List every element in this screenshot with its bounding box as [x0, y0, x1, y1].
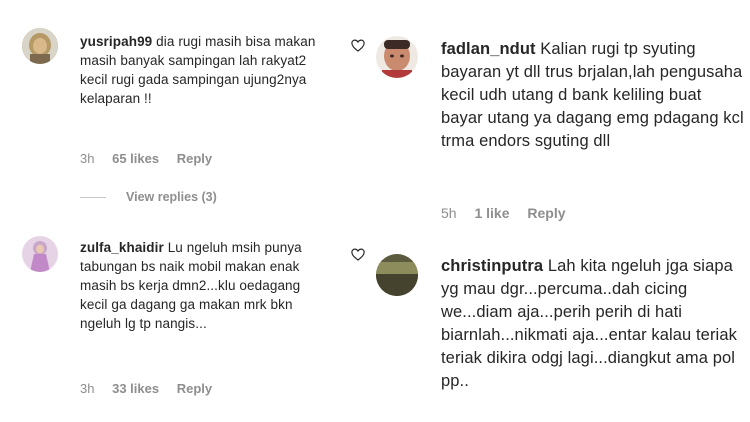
comment-meta: 5h 1 like Reply — [441, 205, 580, 221]
avatar-image — [376, 254, 418, 296]
avatar-image — [376, 36, 418, 78]
view-replies-button[interactable]: View replies (3) — [80, 190, 217, 204]
heart-outline-icon[interactable] — [351, 39, 365, 52]
comment: fadlan_ndut Kalian rugi tp syuting bayar… — [345, 0, 750, 235]
comment-time: 5h — [441, 205, 457, 221]
comment: christinputra Lah kita ngeluh jga siapa … — [345, 235, 750, 422]
avatar[interactable] — [376, 254, 418, 296]
reply-button[interactable]: Reply — [527, 205, 565, 221]
comment-time: 3h — [80, 151, 95, 166]
reply-button[interactable]: Reply — [177, 381, 212, 396]
avatar[interactable] — [22, 28, 58, 64]
comment-text: yusripah99 dia rugi masih bisa makan mas… — [80, 32, 330, 108]
comment-time: 3h — [80, 381, 95, 396]
comment: yusripah99 dia rugi masih bisa makan mas… — [0, 0, 345, 210]
view-replies-label: View replies (3) — [126, 190, 217, 204]
comment-username[interactable]: yusripah99 — [80, 34, 152, 49]
comment-meta: 3h 65 likes Reply — [80, 151, 226, 166]
comment-likes[interactable]: 33 likes — [112, 381, 159, 396]
avatar[interactable] — [22, 236, 58, 272]
avatar-image — [22, 28, 58, 64]
comment-text: christinputra Lah kita ngeluh jga siapa … — [441, 255, 746, 393]
comment-text: fadlan_ndut Kalian rugi tp syuting bayar… — [441, 38, 746, 153]
comment-username[interactable]: zulfa_khaidir — [80, 240, 164, 255]
reply-button[interactable]: Reply — [177, 151, 212, 166]
comment-meta: 3h 33 likes Reply — [80, 381, 226, 396]
comment-likes[interactable]: 1 like — [474, 205, 509, 221]
comment-likes[interactable]: 65 likes — [112, 151, 159, 166]
avatar-image — [22, 236, 58, 272]
comment-body: Lah kita ngeluh jga siapa yg mau dgr...p… — [441, 257, 737, 390]
comment-text: zulfa_khaidir Lu ngeluh msih punya tabun… — [80, 238, 330, 333]
comment-username[interactable]: fadlan_ndut — [441, 40, 536, 58]
heart-outline-icon[interactable] — [351, 248, 365, 261]
comment: zulfa_khaidir Lu ngeluh msih punya tabun… — [0, 220, 345, 420]
comment-username[interactable]: christinputra — [441, 257, 543, 275]
avatar[interactable] — [376, 36, 418, 78]
view-replies-divider — [80, 197, 106, 199]
